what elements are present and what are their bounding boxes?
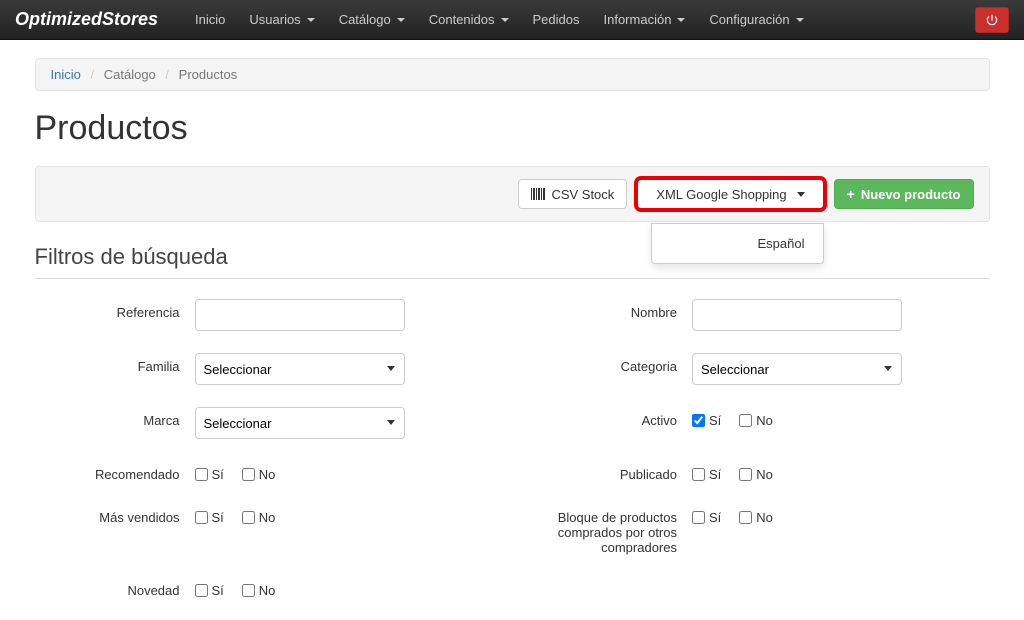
label-recomendado: Recomendado [35,461,195,482]
check-masvendidos-si[interactable] [195,511,208,524]
check-novedad-no[interactable] [242,584,255,597]
label-marca: Marca [35,407,195,428]
check-masvendidos-no[interactable] [242,511,255,524]
breadcrumb-catalog: Catálogo [104,67,156,82]
breadcrumb-separator: / [165,67,169,82]
page-title: Productos [35,109,990,148]
top-navbar: OptimizedStores Inicio Usuarios Catálogo… [0,0,1024,40]
nav-catalogo[interactable]: Catálogo [339,12,405,27]
label-publicado: Publicado [532,461,692,482]
chevron-down-icon [797,192,805,197]
label-categoria: Categoria [532,353,692,374]
nav-inicio[interactable]: Inicio [195,12,225,27]
nav-pedidos[interactable]: Pedidos [533,12,580,27]
main-nav: Inicio Usuarios Catálogo Contenidos Pedi… [183,12,975,27]
check-activo-si[interactable] [692,414,705,427]
check-recomendado-no[interactable] [242,468,255,481]
select-categoria[interactable]: Seleccionar [692,353,902,385]
check-bloque-si[interactable] [692,511,705,524]
breadcrumb-current: Productos [179,67,238,82]
input-nombre[interactable] [692,299,902,331]
filters-form: Referencia Nombre Familia Seleccionar Ca… [35,299,990,620]
csv-stock-button[interactable]: CSV Stock [518,179,627,209]
label-mas-vendidos: Más vendidos [35,504,195,525]
check-publicado-si[interactable] [692,468,705,481]
select-familia[interactable]: Seleccionar [195,353,405,385]
check-publicado-no[interactable] [739,468,752,481]
breadcrumb-separator: / [90,67,94,82]
filters-heading: Filtros de búsqueda [35,244,990,270]
label-nombre: Nombre [532,299,692,320]
divider [35,278,990,279]
nav-informacion[interactable]: Información [604,12,686,27]
label-novedad: Novedad [35,577,195,598]
brand-logo[interactable]: OptimizedStores [15,9,158,30]
nav-contenidos[interactable]: Contenidos [429,12,509,27]
xml-dropdown-menu: Español [651,223,824,264]
barcode-icon [531,188,545,200]
check-novedad-si[interactable] [195,584,208,597]
check-bloque-no[interactable] [739,511,752,524]
new-product-button[interactable]: + Nuevo producto [834,179,974,209]
nav-usuarios[interactable]: Usuarios [249,12,314,27]
select-marca[interactable]: Seleccionar [195,407,405,439]
label-activo: Activo [532,407,692,428]
nav-configuracion[interactable]: Configuración [709,12,803,27]
input-referencia[interactable] [195,299,405,331]
label-bloque: Bloque de productos comprados por otros … [532,504,692,555]
check-activo-no[interactable] [739,414,752,427]
breadcrumb: Inicio / Catálogo / Productos [35,58,990,91]
power-icon [985,13,999,27]
action-toolbar: CSV Stock XML Google Shopping + Nuevo pr… [35,166,990,222]
dropdown-item-spanish[interactable]: Español [652,230,823,257]
label-referencia: Referencia [35,299,195,320]
xml-google-shopping-button[interactable]: XML Google Shopping [637,179,823,209]
breadcrumb-home[interactable]: Inicio [51,67,81,82]
check-recomendado-si[interactable] [195,468,208,481]
logout-button[interactable] [975,7,1009,33]
plus-icon: + [847,186,855,202]
label-familia: Familia [35,353,195,374]
